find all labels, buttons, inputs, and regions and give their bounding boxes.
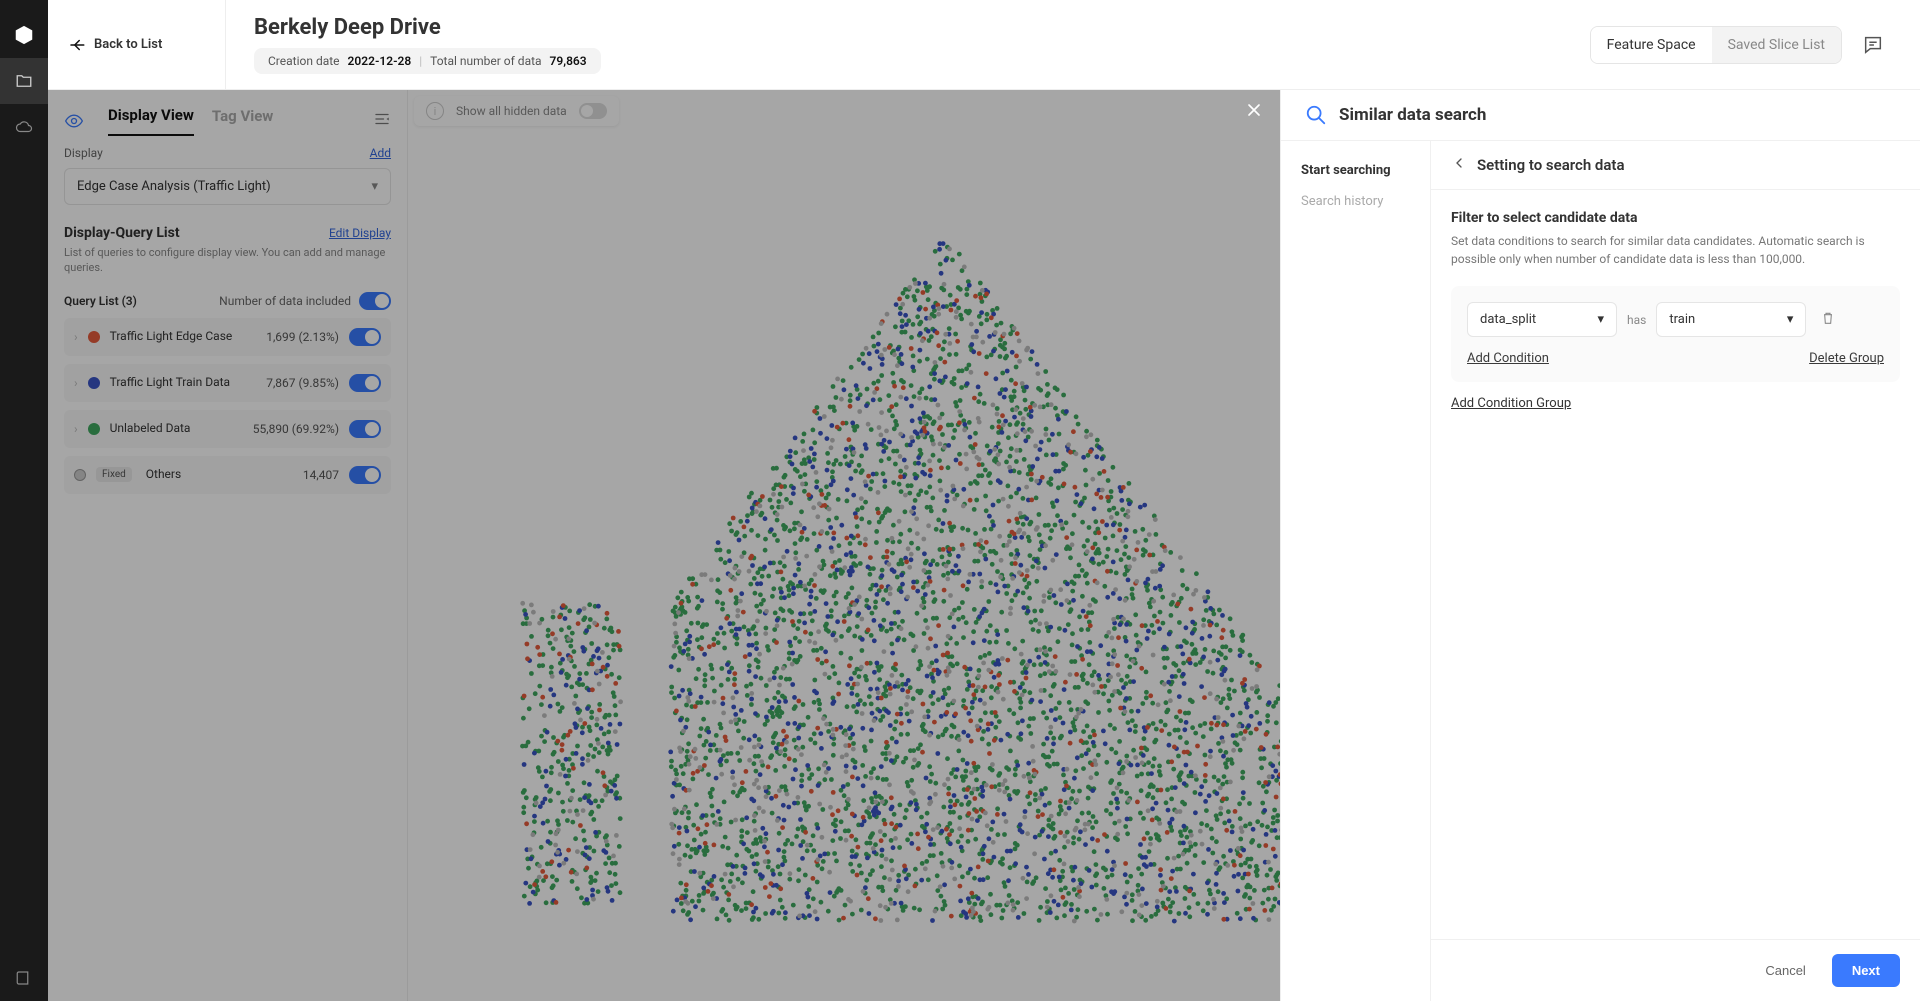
hexagon-icon [13,24,35,46]
nav-logo[interactable] [0,12,48,58]
condition-value-select[interactable]: train ▾ [1656,302,1806,337]
nav-start-searching[interactable]: Start searching [1281,155,1430,186]
delete-condition-button[interactable] [1816,306,1840,334]
nav-projects[interactable] [0,58,48,104]
creation-label: Creation date [268,54,340,68]
rp-nav: Start searching Search history [1281,141,1431,1001]
total-label: Total number of data [430,54,541,68]
condition-field-value: data_split [1480,312,1536,327]
page-title: Berkely Deep Drive [254,15,601,40]
chevron-down-icon: ▾ [1597,312,1604,327]
cloud-icon [15,118,33,136]
arrow-left-icon [1451,155,1467,171]
trash-icon [1820,310,1836,326]
condition-group: data_split ▾ has train ▾ [1451,286,1900,382]
arrow-left-icon [68,36,86,54]
nav-search-history[interactable]: Search history [1281,186,1430,217]
meta-chip: Creation date 2022-12-28 | Total number … [254,48,601,74]
modal-dimmer [48,90,1280,1001]
rp-title: Similar data search [1339,105,1486,125]
similar-search-panel: Similar data search Start searching Sear… [1280,90,1920,1001]
next-button[interactable]: Next [1832,954,1900,987]
folder-icon [15,72,33,90]
close-icon [1244,100,1264,120]
header: Back to List Berkely Deep Drive Creation… [48,0,1920,90]
step-title: Setting to search data [1477,156,1625,174]
filter-desc: Set data conditions to search for simila… [1451,232,1900,268]
meta-separator: | [419,54,422,68]
add-condition-group-link[interactable]: Add Condition Group [1451,396,1571,411]
back-label: Back to List [94,37,162,52]
nav-docs[interactable] [0,955,48,1001]
delete-group-link[interactable]: Delete Group [1809,351,1884,366]
nav-rail [0,0,48,1001]
chevron-down-icon: ▾ [1787,312,1794,327]
view-segmented: Feature Space Saved Slice List [1590,26,1842,64]
close-button[interactable] [1244,100,1264,126]
filter-title: Filter to select candidate data [1451,210,1900,226]
search-icon [1305,104,1327,126]
book-icon [15,969,33,987]
condition-value: train [1669,312,1695,327]
creation-date: 2022-12-28 [348,54,412,68]
step-back-button[interactable] [1451,155,1467,175]
condition-field-select[interactable]: data_split ▾ [1467,302,1617,337]
chat-button[interactable] [1854,26,1892,64]
tab-saved-slice[interactable]: Saved Slice List [1712,27,1841,63]
condition-operator: has [1627,313,1646,327]
chat-icon [1862,34,1884,56]
tab-feature-space[interactable]: Feature Space [1591,27,1712,63]
add-condition-link[interactable]: Add Condition [1467,351,1549,366]
back-button[interactable]: Back to List [68,36,162,54]
cancel-button[interactable]: Cancel [1751,954,1819,987]
nav-cloud[interactable] [0,104,48,150]
total-value: 79,863 [550,54,587,68]
